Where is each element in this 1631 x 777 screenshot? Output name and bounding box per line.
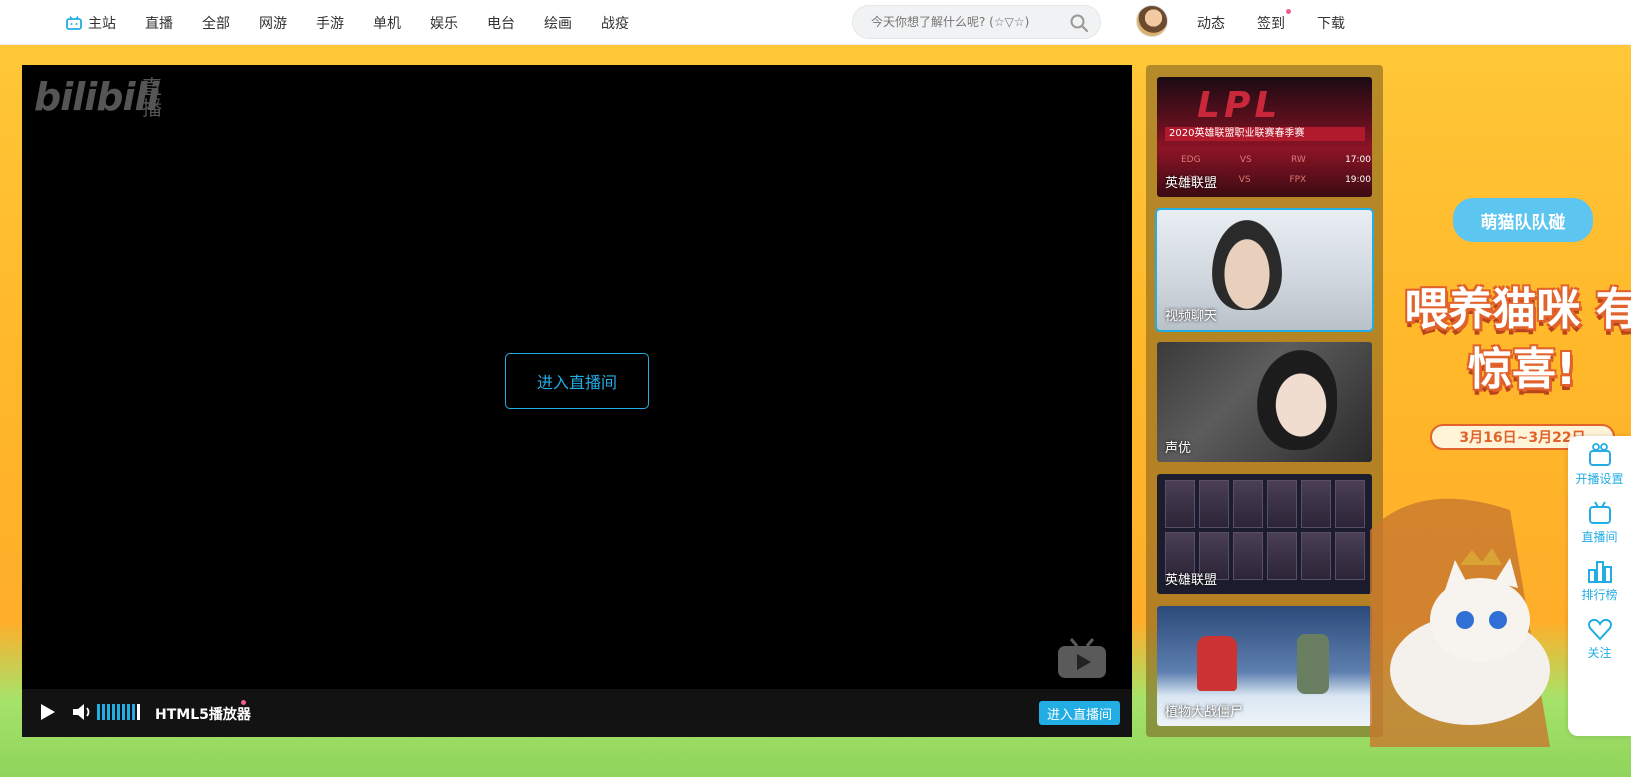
logo-sub: 直播 (142, 75, 162, 120)
recommend-card[interactable]: LPL 2020英雄联盟职业联赛春季赛 EDG VS RW 17:00 LGD … (1157, 77, 1372, 197)
cat-mascot-illustration[interactable] (1360, 470, 1560, 747)
html5-dot (241, 700, 246, 705)
enter-room-small-button[interactable]: 进入直播间 (1038, 701, 1120, 725)
search-icon[interactable] (1070, 14, 1088, 32)
nav-item-single-player[interactable]: 单机 (373, 13, 401, 33)
nav-dynamics-label: 动态 (1197, 15, 1225, 32)
match-row: EDG VS RW 17:00 (1181, 155, 1371, 165)
live-room-label: 直播间 (1581, 530, 1618, 544)
recommend-card[interactable]: 视频聊天 (1155, 208, 1374, 332)
nav-home-label: 主站 (88, 15, 116, 32)
enter-room-button[interactable]: 进入直播间 (505, 353, 649, 409)
video-player[interactable]: bilibili 直播 进入直播间 HTML5播放器 进入直播间 (22, 65, 1132, 737)
top-navbar: 主站 直播 全部 网游 手游 单机 娱乐 电台 绘画 战疫 动态 签到 下载 (0, 0, 1631, 45)
nav-download-label: 下载 (1317, 15, 1345, 32)
game-character (1197, 636, 1237, 691)
recommend-list: LPL 2020英雄联盟职业联赛春季赛 EDG VS RW 17:00 LGD … (1146, 65, 1383, 737)
nav-checkin-label: 签到 (1257, 15, 1285, 32)
match-time: 19:00 (1345, 175, 1371, 185)
search-box (852, 5, 1101, 39)
live-room-button[interactable]: 直播间 (1568, 500, 1631, 545)
logo-text: bilibili (34, 75, 160, 119)
ranking-icon (1587, 561, 1612, 583)
search-input[interactable] (871, 12, 1061, 32)
volume-slider[interactable] (97, 704, 140, 720)
match-vs: VS (1238, 175, 1251, 185)
nav-item-drawing[interactable]: 绘画 (544, 13, 572, 33)
champion-grid (1165, 480, 1365, 580)
html5-player-label: HTML5播放器 (155, 707, 251, 723)
card-label: 植物大战僵尸 (1165, 705, 1244, 720)
stream-settings-button[interactable]: 开播设置 (1568, 442, 1631, 487)
card-label: 声优 (1165, 441, 1192, 456)
nav-item-all[interactable]: 全部 (202, 13, 230, 33)
nav-item-mobile-games[interactable]: 手游 (316, 13, 344, 33)
nav-item-online-games[interactable]: 网游 (259, 13, 287, 33)
match-team: RW (1291, 155, 1306, 165)
ranking-button[interactable]: 排行榜 (1568, 558, 1631, 603)
nav-item-radio[interactable]: 电台 (487, 13, 515, 33)
match-vs: VS (1239, 155, 1252, 165)
bilibili-tv-icon (66, 15, 82, 30)
stream-settings-label: 开播设置 (1575, 472, 1624, 486)
follow-label: 关注 (1587, 646, 1612, 660)
card-label: 视频聊天 (1165, 309, 1218, 324)
card-label: 英雄联盟 (1165, 176, 1218, 191)
ranking-label: 排行榜 (1581, 588, 1618, 602)
bilibili-live-logo: bilibili 直播 (34, 75, 162, 119)
match-time: 17:00 (1345, 155, 1371, 165)
tv-icon (1588, 501, 1611, 524)
nav-home[interactable]: 主站 (66, 13, 116, 33)
nav-item-entertainment[interactable]: 娱乐 (430, 13, 458, 33)
lpl-subtitle: 2020英雄联盟职业联赛春季赛 (1165, 127, 1365, 141)
play-icon[interactable] (38, 703, 56, 721)
recommend-card[interactable]: 声优 (1157, 342, 1372, 462)
player-control-bar: HTML5播放器 进入直播间 (22, 689, 1132, 737)
nav-dynamics[interactable]: 动态 (1197, 13, 1225, 33)
tv-watermark-icon (1058, 638, 1106, 678)
nav-item-live[interactable]: 直播 (145, 13, 173, 33)
streamer-thumbnail (1257, 350, 1337, 450)
nav-right: 动态 签到 下载 (1197, 0, 1377, 45)
streamer-thumbnail (1212, 220, 1282, 310)
recommend-card[interactable]: 英雄联盟 (1157, 474, 1372, 594)
match-team: EDG (1181, 155, 1201, 165)
camera-icon (1588, 443, 1611, 466)
floating-toolbar: 开播设置 直播间 排行榜 关注 (1568, 436, 1631, 736)
promo-bubble[interactable]: 萌猫队队碰 (1453, 198, 1593, 242)
recommend-card[interactable]: 植物大战僵尸 (1157, 606, 1372, 726)
notification-dot (1286, 8, 1291, 14)
volume-icon[interactable] (72, 703, 92, 721)
follow-button[interactable]: 关注 (1568, 616, 1631, 661)
lpl-banner: LPL (1197, 85, 1282, 126)
card-label: 英雄联盟 (1165, 573, 1218, 588)
nav-item-epidemic[interactable]: 战疫 (601, 13, 629, 33)
promo-title[interactable]: 喂养猫咪 有惊喜! (1402, 280, 1631, 400)
nav-checkin[interactable]: 签到 (1257, 8, 1291, 33)
game-character (1297, 634, 1329, 694)
match-team: FPX (1289, 175, 1307, 185)
avatar[interactable] (1136, 5, 1168, 37)
nav-items: 主站 直播 全部 网游 手游 单机 娱乐 电台 绘画 战疫 (66, 0, 658, 45)
nav-download[interactable]: 下载 (1317, 13, 1345, 33)
heart-icon (1587, 618, 1612, 641)
